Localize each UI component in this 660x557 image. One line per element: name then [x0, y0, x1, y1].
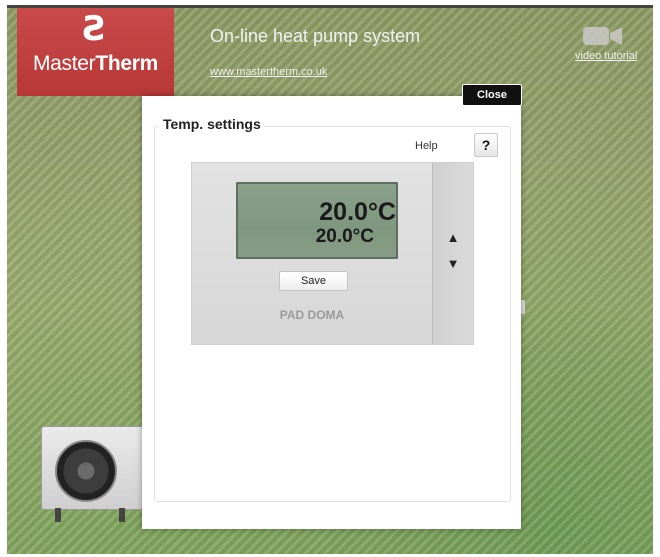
unit-leg-left [55, 508, 61, 522]
logo-text-bold: Therm [95, 52, 159, 75]
site-url-link[interactable]: www.mastertherm.co.uk [210, 66, 327, 78]
top-dark-line [7, 5, 653, 8]
thermostat-panel: 20.0°C 20.0°C Save PAD DOMA ▲ ▼ [191, 162, 474, 345]
heat-pump-unit-image [41, 426, 145, 510]
thermostat-display: 20.0°C 20.0°C [236, 182, 398, 259]
site-title: On-line heat pump system [210, 26, 421, 46]
current-temperature: 20.0°C [319, 198, 396, 226]
zone-name: PAD DOMA [279, 308, 345, 322]
decrease-temperature-arrow-icon[interactable]: ▼ [442, 255, 464, 273]
fan-icon [55, 440, 117, 502]
dialog-title: Temp. settings [159, 116, 265, 132]
app-background: Ƨ MasterTherm On-line heat pump system w… [7, 8, 653, 554]
unit-leg-right [119, 508, 125, 522]
logo-mark-icon: Ƨ [82, 9, 108, 49]
mastertherm-logo[interactable]: Ƨ MasterTherm [17, 8, 174, 96]
video-tutorial-link[interactable]: video tutorial [575, 50, 637, 62]
video-camera-icon[interactable] [582, 25, 624, 47]
close-button[interactable]: Close [462, 84, 522, 106]
adjust-panel: ▲ ▼ [432, 163, 473, 344]
increase-temperature-arrow-icon[interactable]: ▲ [442, 229, 464, 247]
temp-settings-dialog: Temp. settings Help ? 20.0°C 20.0°C Save… [142, 96, 521, 529]
logo-text: MasterTherm [17, 52, 174, 76]
set-temperature: 20.0°C [315, 226, 374, 247]
logo-text-light: Master [32, 52, 96, 75]
help-label: Help [415, 140, 438, 152]
save-button[interactable]: Save [279, 271, 348, 291]
help-button[interactable]: ? [474, 133, 498, 157]
